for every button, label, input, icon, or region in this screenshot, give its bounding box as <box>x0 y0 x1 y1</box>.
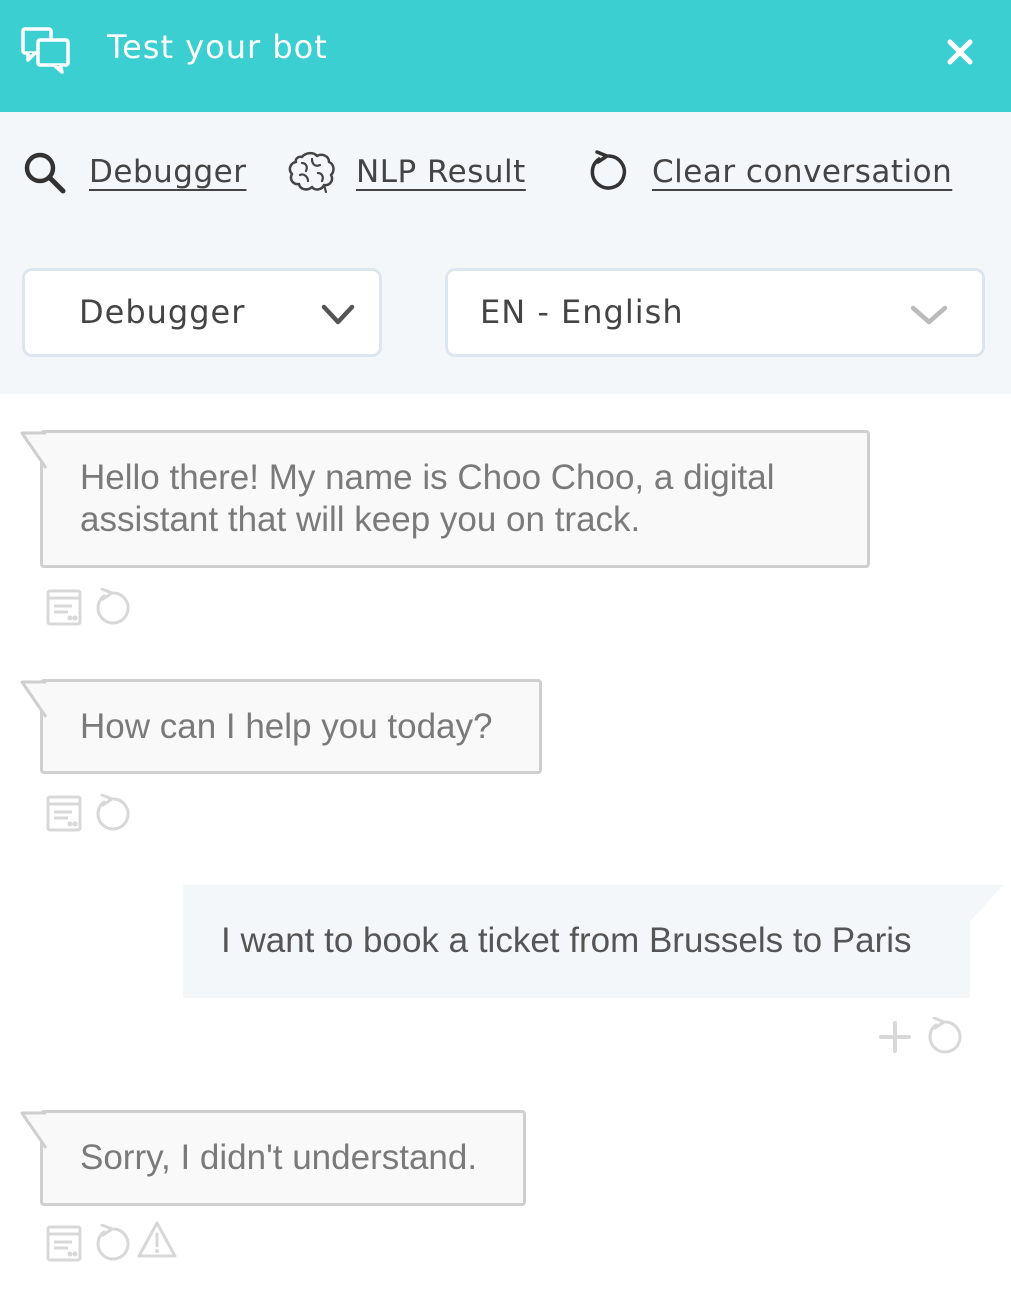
panel-title: Test your bot <box>107 28 328 66</box>
debugger-label: Debugger <box>89 154 247 190</box>
nlp-result-link[interactable]: NLP Result <box>288 150 526 194</box>
user-message: I want to book a ticket from Brussels to… <box>183 885 1003 998</box>
mode-select-value: Debugger <box>79 293 246 331</box>
chat-header: Test your bot <box>0 0 1011 112</box>
log-icon[interactable] <box>46 1224 82 1262</box>
message-text: I want to book a ticket from Brussels to… <box>221 921 912 960</box>
bubble-tail <box>20 1111 48 1150</box>
message-text: How can I help you today? <box>80 707 493 746</box>
close-icon[interactable] <box>942 34 978 70</box>
mode-select[interactable]: Debugger <box>22 268 382 357</box>
bot-message: Hello there! My name is Choo Choo, a dig… <box>20 430 870 568</box>
replay-icon[interactable] <box>92 794 132 834</box>
message-actions <box>46 1221 182 1268</box>
bubble-tail <box>965 885 1003 927</box>
message-text: Sorry, I didn't understand. <box>80 1138 478 1177</box>
toolbar: Debugger NLP Result Clear conversation D… <box>0 112 1011 394</box>
chevron-down-icon <box>321 304 355 325</box>
bot-message: Sorry, I didn't understand. <box>20 1110 526 1206</box>
replay-icon[interactable] <box>92 588 132 628</box>
bubble-tail <box>20 431 48 470</box>
bubble-tail <box>20 680 48 719</box>
brain-icon <box>288 151 335 193</box>
log-icon[interactable] <box>46 588 82 626</box>
language-select[interactable]: EN - English <box>445 268 985 357</box>
add-icon[interactable] <box>876 1017 914 1057</box>
message-actions <box>46 794 136 838</box>
clear-conversation-link[interactable]: Clear conversation <box>586 150 952 194</box>
refresh-icon <box>590 150 627 190</box>
message-actions <box>876 1017 966 1061</box>
debugger-link[interactable]: Debugger <box>22 150 246 194</box>
message-text: Hello there! My name is Choo Choo, a dig… <box>80 458 775 539</box>
bot-message: How can I help you today? <box>20 679 542 774</box>
replay-icon[interactable] <box>924 1017 964 1057</box>
language-select-value: EN - English <box>480 293 684 331</box>
log-icon[interactable] <box>46 794 82 832</box>
nlp-result-label: NLP Result <box>356 154 526 190</box>
clear-conversation-label: Clear conversation <box>652 154 953 190</box>
message-actions <box>46 588 136 632</box>
chevron-down-icon <box>910 305 948 325</box>
search-icon <box>24 152 66 193</box>
chat-bubbles-icon <box>21 27 70 74</box>
warning-icon[interactable] <box>136 1220 178 1260</box>
replay-icon[interactable] <box>92 1224 132 1264</box>
